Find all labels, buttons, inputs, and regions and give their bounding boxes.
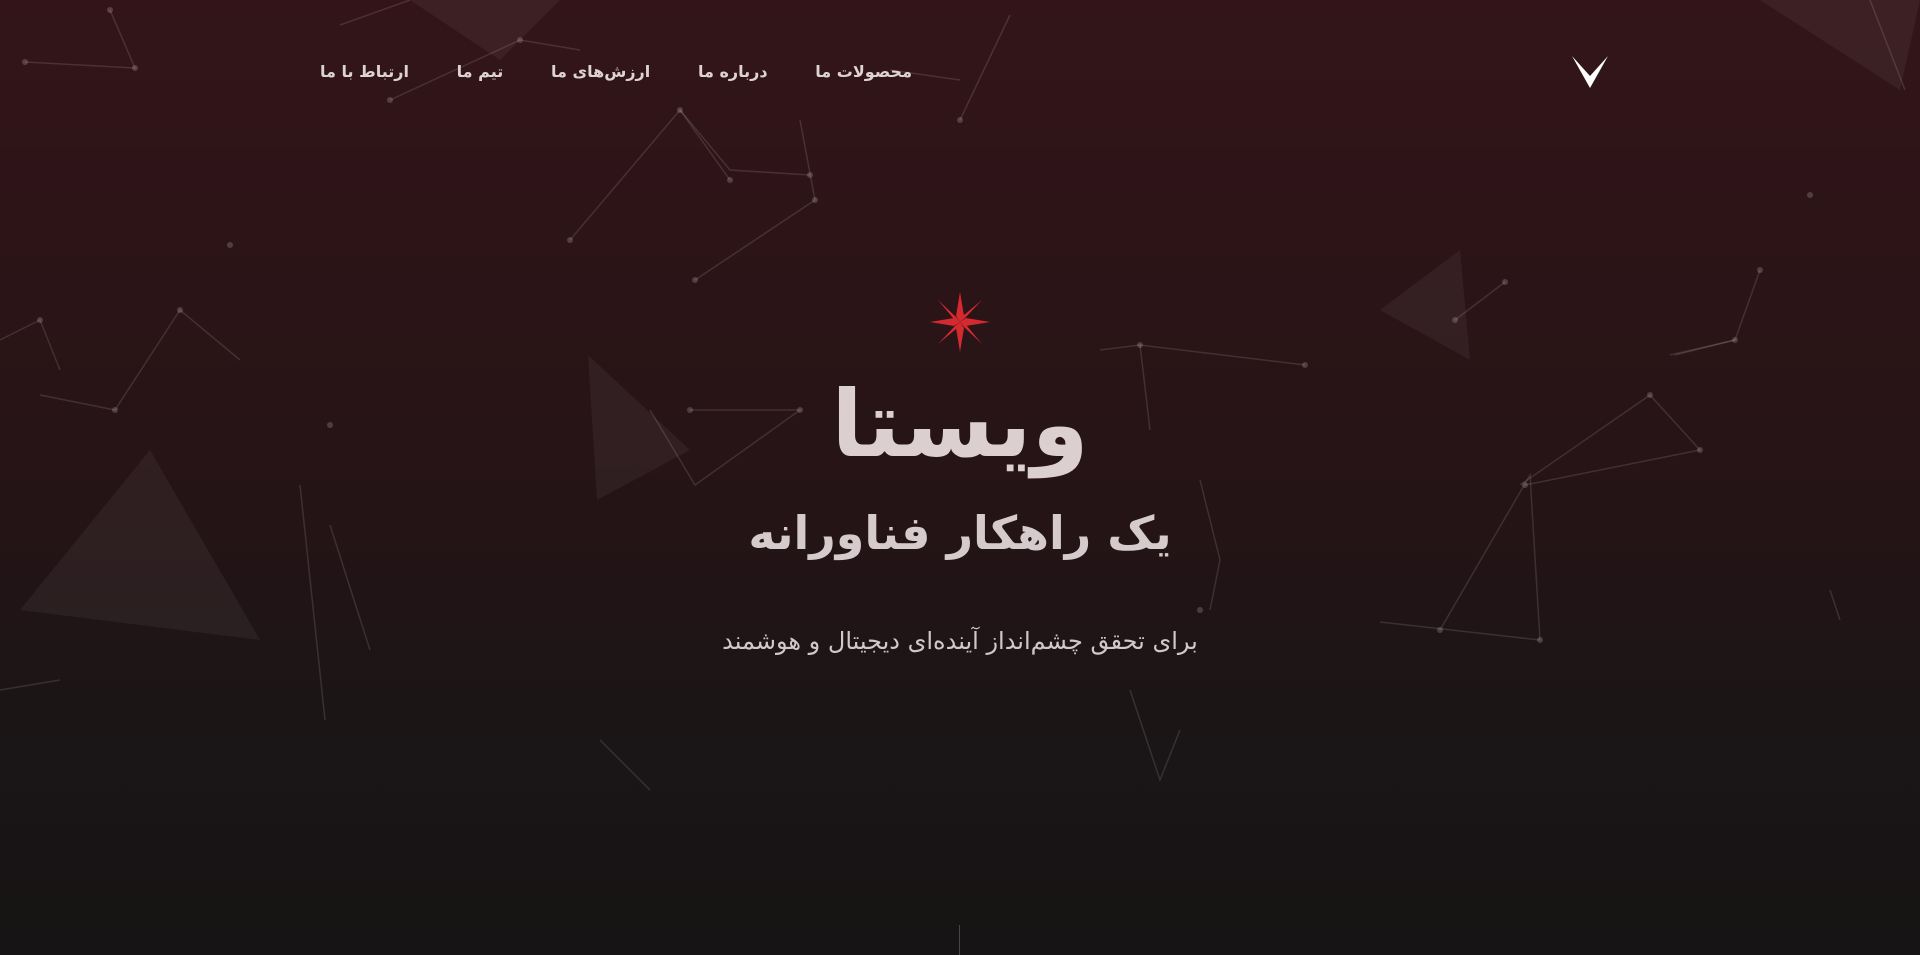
hero-subtitle: یک راهکار فناورانه: [748, 506, 1172, 560]
hero-section: ویستا یک راهکار فناورانه برای تحقق چشم‌ا…: [0, 0, 1920, 955]
red-star-icon: [930, 292, 990, 352]
hero-tagline: برای تحقق چشم‌انداز آینده‌ای دیجیتال و ه…: [722, 627, 1198, 655]
scroll-indicator-line: [959, 925, 960, 955]
hero-title: ویستا: [831, 371, 1089, 478]
